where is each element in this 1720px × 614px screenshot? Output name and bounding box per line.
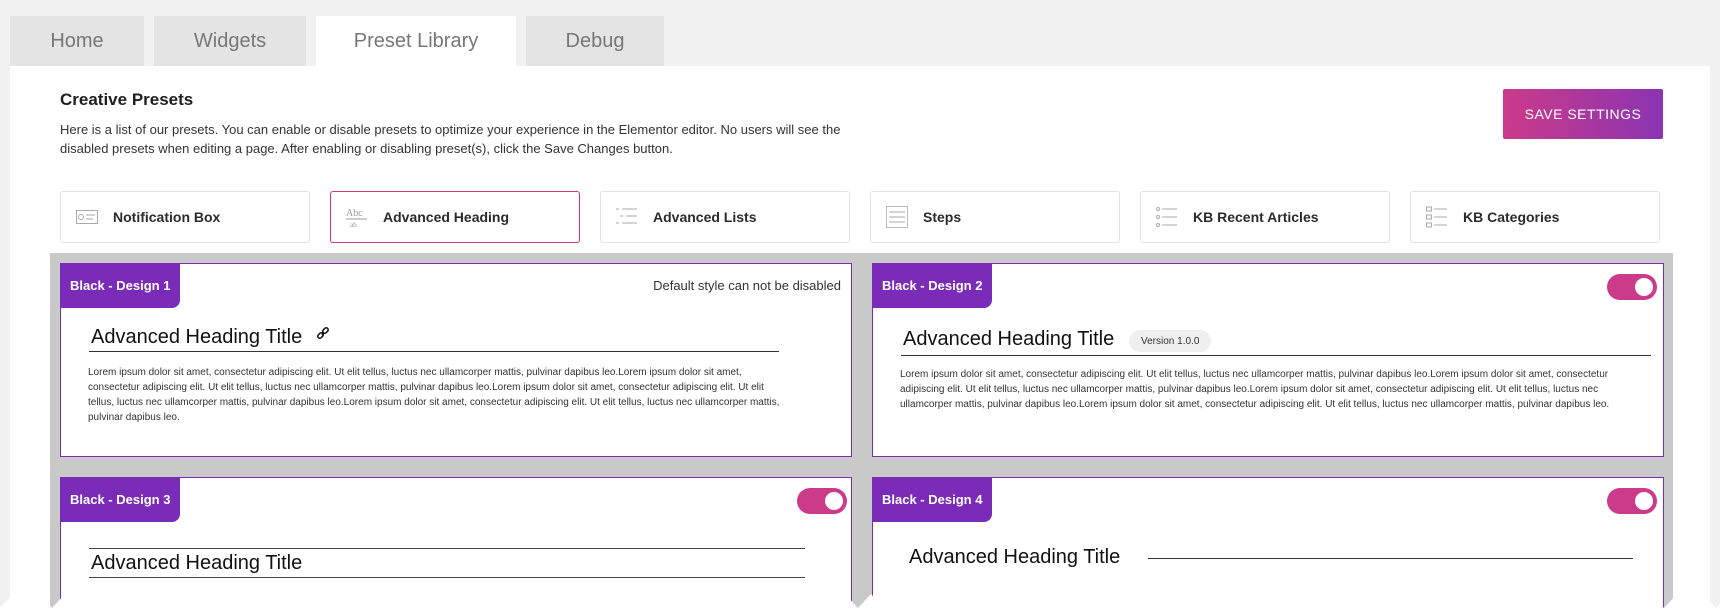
recent-articles-icon <box>1155 206 1179 228</box>
design-card-1: Black - Design 1 Default style can not b… <box>60 263 852 457</box>
preset-label: KB Recent Articles <box>1193 209 1319 225</box>
preset-label: Advanced Heading <box>383 209 510 225</box>
heading-preview-text: Lorem ipsum dolor sit amet, consectetur … <box>900 369 1610 410</box>
steps-icon <box>885 206 909 228</box>
notification-box-icon <box>75 206 99 228</box>
preset-tab-kb-recent-articles[interactable]: KB Recent Articles <box>1140 191 1390 243</box>
heading-side-line <box>1148 558 1633 559</box>
design-badge: Black - Design 1 <box>60 263 181 308</box>
svg-text:ab: ab <box>350 221 357 228</box>
page-title: Creative Presets <box>60 90 194 109</box>
preset-label: KB Categories <box>1463 209 1560 225</box>
enable-design-3-toggle[interactable] <box>797 488 847 514</box>
list-icon <box>615 206 639 228</box>
preset-tab-advanced-heading[interactable]: Abc ab Advanced Heading <box>330 191 580 243</box>
heading-underline <box>901 355 1651 356</box>
preset-type-tabs: Notification Box Abc ab Advanced Heading … <box>60 191 1660 243</box>
preset-tab-kb-categories[interactable]: KB Categories <box>1410 191 1660 243</box>
preset-label: Advanced Lists <box>653 209 757 225</box>
tab-preset-library[interactable]: Preset Library <box>316 16 516 66</box>
default-style-note: Default style can not be disabled <box>653 278 841 293</box>
heading-preview-title: Advanced Heading Title <box>909 546 1121 568</box>
tab-debug[interactable]: Debug <box>526 16 664 66</box>
tab-home[interactable]: Home <box>10 16 144 66</box>
design-badge: Black - Design 4 <box>872 477 993 522</box>
enable-design-4-toggle[interactable] <box>1607 488 1657 514</box>
version-badge: Version 1.0.0 <box>1129 330 1212 352</box>
toggle-knob <box>1635 492 1653 510</box>
categories-icon <box>1425 206 1449 228</box>
heading-underline <box>89 351 779 352</box>
design-badge: Black - Design 2 <box>872 263 993 308</box>
heading-preview-title: Advanced Heading Title <box>91 552 303 574</box>
enable-design-2-toggle[interactable] <box>1607 274 1657 300</box>
preset-tab-steps[interactable]: Steps <box>870 191 1120 243</box>
preset-tab-advanced-lists[interactable]: Advanced Lists <box>600 191 850 243</box>
toggle-knob <box>1635 278 1653 296</box>
heading-preview-title: Advanced Heading Title <box>903 328 1115 350</box>
preset-tab-notification-box[interactable]: Notification Box <box>60 191 310 243</box>
app-frame: Home Widgets Preset Library Debug Creati… <box>0 0 1720 614</box>
preset-label: Steps <box>923 209 962 225</box>
tab-widgets[interactable]: Widgets <box>154 16 306 66</box>
preset-designs-grid: Black - Design 1 Default style can not b… <box>50 253 1673 614</box>
heading-overline <box>89 548 805 549</box>
advanced-heading-icon: Abc ab <box>345 206 369 228</box>
toggle-knob <box>825 492 843 510</box>
svg-text:Abc: Abc <box>346 208 363 219</box>
link-icon <box>316 327 330 346</box>
heading-preview-title: Advanced Heading Title <box>91 326 303 348</box>
preset-label: Notification Box <box>113 209 221 225</box>
page-description: Here is a list of our presets. You can e… <box>60 122 841 156</box>
heading-underline <box>89 577 805 578</box>
save-settings-button[interactable]: SAVE SETTINGS <box>1503 89 1663 139</box>
design-badge: Black - Design 3 <box>60 477 181 522</box>
heading-preview-text: Lorem ipsum dolor sit amet, consectetur … <box>88 367 780 423</box>
preset-library-panel: Creative Presets Here is a list of our p… <box>10 66 1710 614</box>
main-tabs: Home Widgets Preset Library Debug <box>10 16 664 66</box>
design-card-2: Black - Design 2 Advanced Heading Title … <box>872 263 1664 457</box>
torn-edge <box>0 586 1720 614</box>
